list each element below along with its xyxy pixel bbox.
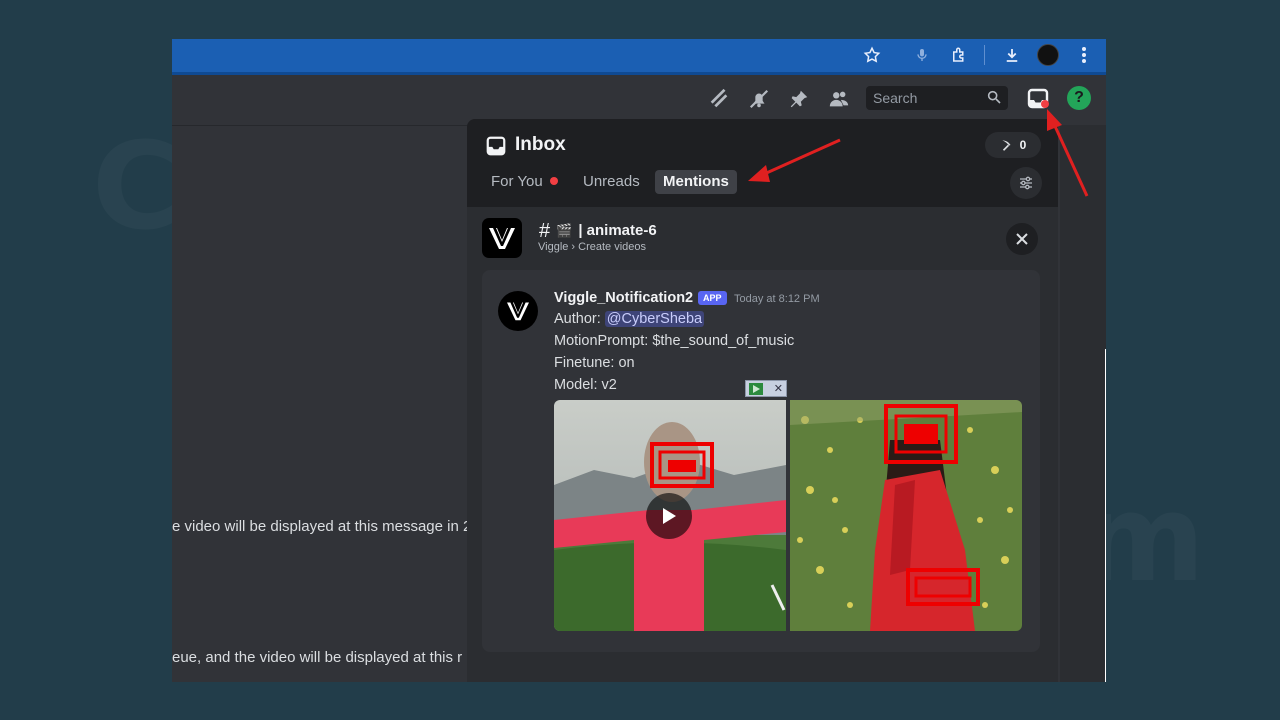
- pin-icon[interactable]: [787, 87, 811, 111]
- toolbar-divider: [984, 45, 985, 65]
- scroll-track: [1060, 125, 1106, 682]
- message-author[interactable]: Viggle_Notification2: [554, 290, 693, 306]
- close-icon[interactable]: [1006, 223, 1038, 255]
- tab-mentions-label: Mentions: [663, 173, 729, 190]
- screenshot-frame: Search ? e video will be displayed at th…: [172, 39, 1106, 682]
- download-icon[interactable]: [1001, 44, 1023, 66]
- channel-hash-icon: #: [539, 220, 551, 242]
- image-thumbnail: [790, 400, 1022, 631]
- filter-sliders-icon: [1020, 176, 1032, 190]
- star-icon[interactable]: [861, 44, 883, 66]
- search-placeholder: Search: [873, 90, 918, 106]
- watermark-letter: C: [92, 118, 180, 257]
- message-line-finetune: Finetune: on: [554, 355, 635, 371]
- inbox-title-icon: [485, 135, 507, 162]
- inbox-icon[interactable]: [1026, 87, 1050, 111]
- extension-icon[interactable]: [948, 44, 970, 66]
- viggle-server-icon[interactable]: [482, 218, 522, 258]
- message-line-author: Author: @CyberSheba: [554, 311, 705, 327]
- channel-name: | animate-6: [578, 222, 657, 239]
- ad-overlay-widget[interactable]: ✕: [745, 380, 787, 397]
- tab-for-you[interactable]: For You: [483, 170, 566, 194]
- channel-title[interactable]: # 🎬 | animate-6: [539, 220, 657, 243]
- play-triangle-icon: [749, 382, 763, 395]
- pickaxe-icon: [1001, 140, 1011, 151]
- video-attachment[interactable]: [554, 400, 786, 631]
- tab-unreads[interactable]: Unreads: [575, 170, 648, 194]
- mic-icon[interactable]: [911, 44, 933, 66]
- image-attachment[interactable]: [790, 400, 1022, 631]
- user-mention[interactable]: @CyberSheba: [604, 311, 705, 327]
- app-badge: APP: [698, 291, 727, 305]
- help-icon[interactable]: ?: [1067, 86, 1091, 110]
- quest-badge[interactable]: 0: [985, 132, 1041, 158]
- tab-mentions[interactable]: Mentions: [655, 170, 737, 194]
- author-avatar[interactable]: [498, 291, 538, 331]
- threads-icon[interactable]: [707, 87, 731, 111]
- notification-muted-icon[interactable]: [747, 87, 771, 111]
- play-icon: [663, 508, 676, 524]
- message-timestamp: Today at 8:12 PM: [734, 293, 820, 305]
- kebab-menu-icon[interactable]: [1073, 44, 1095, 66]
- chat-message-fragment: eue, and the video will be displayed at …: [172, 649, 463, 666]
- play-button[interactable]: [646, 493, 692, 539]
- message-line-motion-prompt: MotionPrompt: $the_sound_of_music: [554, 333, 795, 349]
- search-input[interactable]: Search: [866, 86, 1008, 110]
- window-edge: [1105, 349, 1106, 682]
- close-icon[interactable]: ✕: [774, 382, 783, 395]
- search-icon: [986, 89, 1002, 108]
- inbox-popout: Inbox 0 For You Unreads Mentions # 🎬 | ani…: [467, 119, 1058, 682]
- profile-avatar[interactable]: [1037, 44, 1059, 66]
- inbox-header: Inbox 0 For You Unreads Mentions: [467, 119, 1058, 207]
- channel-emoji: 🎬: [556, 223, 573, 238]
- inbox-title: Inbox: [515, 134, 566, 155]
- filter-button[interactable]: [1010, 167, 1042, 199]
- channel-breadcrumb: Viggle › Create videos: [538, 241, 647, 253]
- badge-count: 0: [1019, 138, 1027, 152]
- member-list-icon[interactable]: [827, 87, 851, 111]
- unread-dot: [549, 177, 558, 185]
- message-line-model: Model: v2: [554, 377, 617, 393]
- chat-message-fragment: e video will be displayed at this messag…: [172, 518, 472, 535]
- mention-message[interactable]: Viggle_Notification2 APP Today at 8:12 P…: [482, 270, 1040, 652]
- browser-toolbar: [172, 39, 1106, 72]
